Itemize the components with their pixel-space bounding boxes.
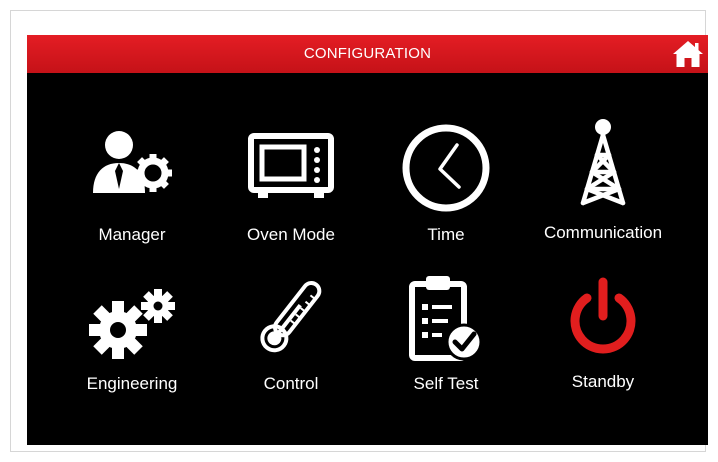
header-bar: CONFIGURATION <box>27 35 708 73</box>
oven-icon <box>248 133 334 198</box>
thermometer-icon <box>260 280 322 353</box>
menu-item-engineering[interactable]: Engineering <box>47 280 217 410</box>
page-title: CONFIGURATION <box>303 45 432 62</box>
menu-item-manager[interactable]: Manager <box>47 127 217 257</box>
manager-icon <box>93 131 172 193</box>
clock-icon <box>402 124 490 212</box>
menu-item-self-test[interactable]: Self Test <box>361 276 531 410</box>
menu-item-time[interactable]: Time <box>361 124 531 257</box>
menu-item-label: Self Test <box>413 374 479 393</box>
configuration-screen: CONFIGURATION Manager Oven Mode Time Com… <box>27 35 708 445</box>
power-icon <box>570 277 636 354</box>
menu-item-oven-mode[interactable]: Oven Mode <box>206 127 376 257</box>
menu-item-label: Engineering <box>86 374 178 393</box>
menu-item-label: Time <box>427 225 465 244</box>
menu-item-label: Oven Mode <box>247 225 335 244</box>
menu-item-label: Standby <box>571 372 635 391</box>
gears-icon <box>89 289 175 359</box>
clipboard-check-icon <box>409 276 483 361</box>
antenna-tower-icon <box>580 119 626 206</box>
home-icon[interactable] <box>672 39 704 69</box>
menu-item-label: Control <box>263 374 319 393</box>
menu-item-label: Manager <box>98 225 166 244</box>
menu-item-standby[interactable]: Standby <box>518 277 688 410</box>
menu-item-control[interactable]: Control <box>206 280 376 410</box>
menu-item-label: Communication <box>543 223 663 242</box>
menu-item-communication[interactable]: Communication <box>518 119 688 257</box>
